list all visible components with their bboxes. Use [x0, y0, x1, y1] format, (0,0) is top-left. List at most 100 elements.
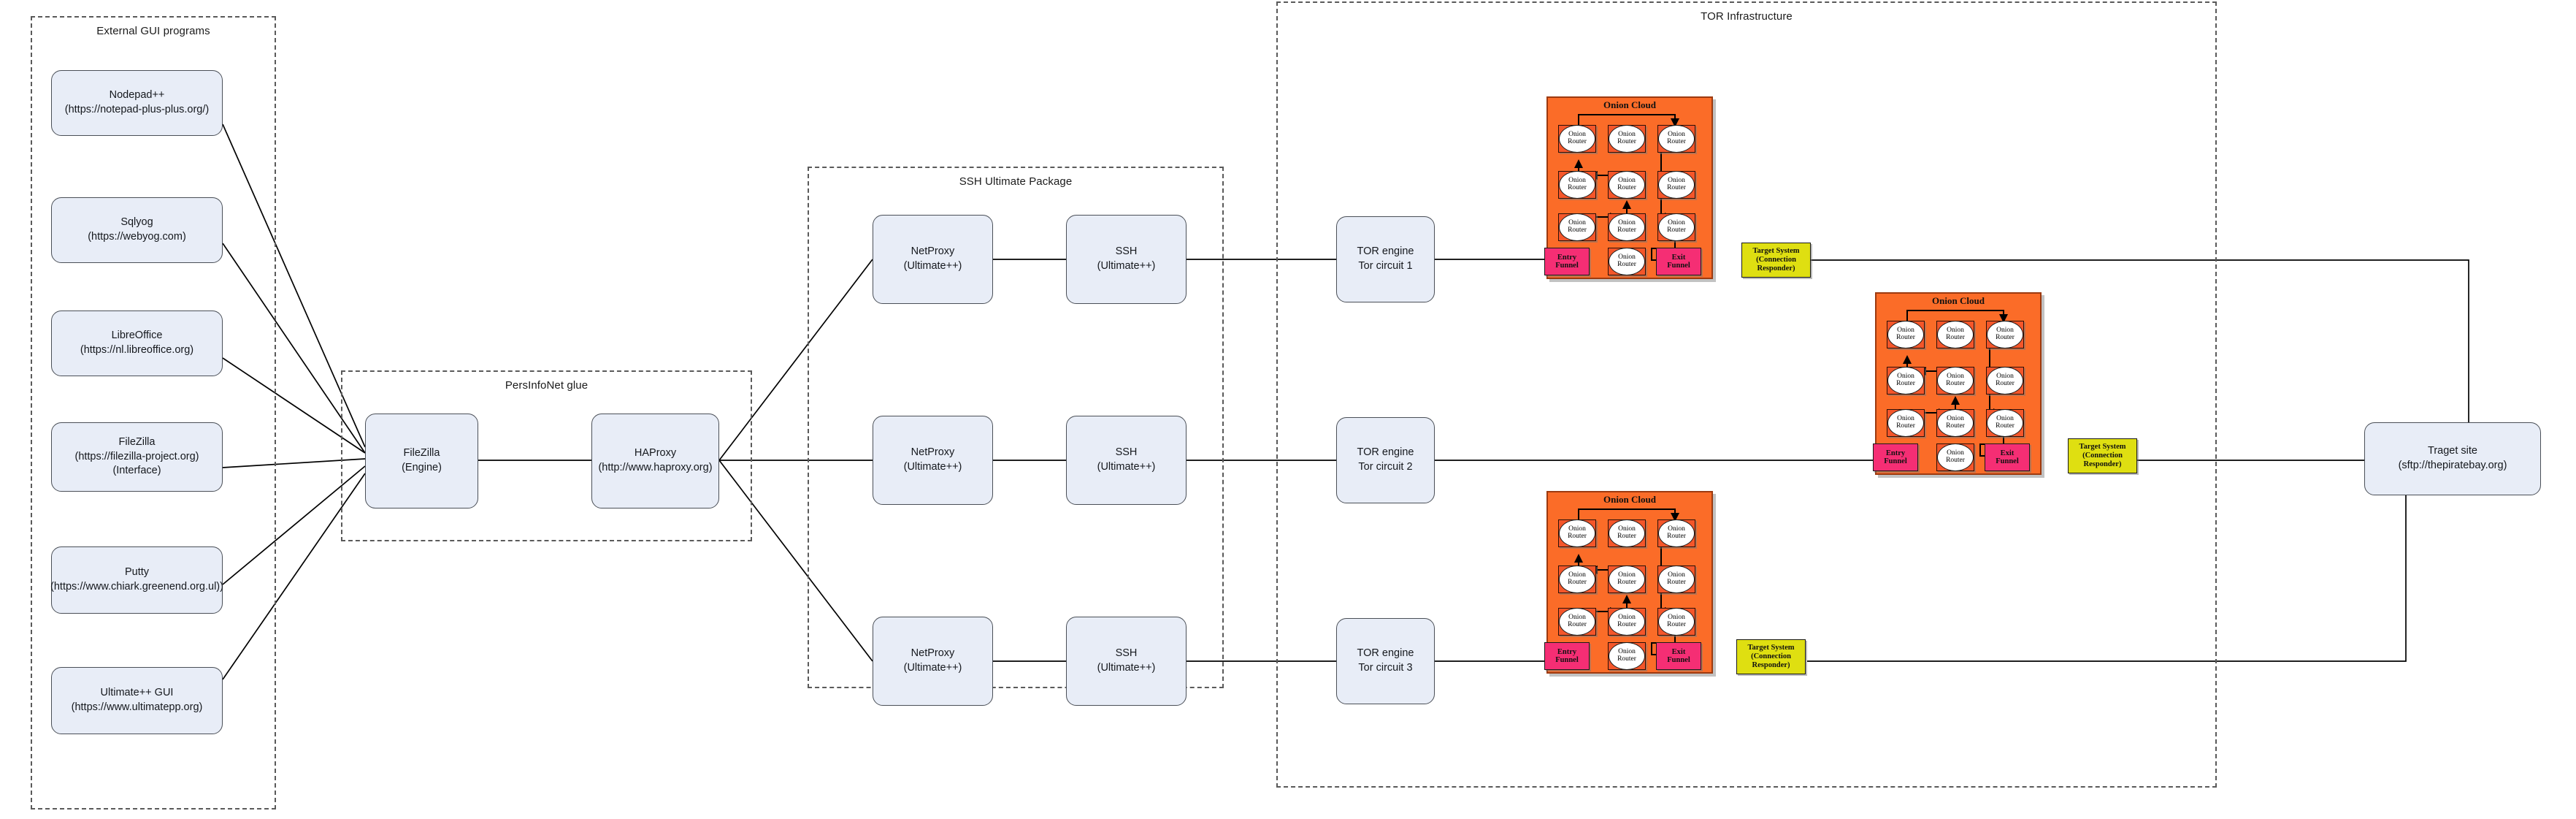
target-system-l3: Responder) [1757, 264, 1795, 273]
onion-cloud-2: Onion Cloud Onion Router Onion Router Onio… [1873, 292, 2042, 475]
onion-router-l2: Router [1617, 184, 1636, 191]
external-node-notepad[interactable]: Nodepad++ (https://notepad-plus-plus.org… [51, 70, 223, 136]
onion-router: Onion Router [1936, 321, 1974, 348]
target-system-l3: Responder) [2083, 460, 2122, 468]
onion-router: Onion Router [1608, 608, 1646, 636]
node-url: (https://webyog.com) [88, 231, 186, 243]
ssh-row-2-netproxy[interactable]: NetProxy (Ultimate++) [873, 416, 993, 505]
diagram-canvas: External GUI programs Nodepad++ (https:/… [0, 0, 2576, 819]
onion-router: Onion Router [1887, 321, 1925, 348]
onion-router: Onion Router [1657, 213, 1695, 241]
node-sub: Tor circuit 1 [1358, 260, 1413, 272]
node-title: FileZilla [118, 436, 156, 449]
node-sub: (Engine) [402, 462, 442, 473]
target-system-2: Target System (Connection Responder) [2068, 438, 2137, 473]
glue-node-haproxy[interactable]: HAProxy (http://www.haproxy.org) [591, 414, 719, 508]
node-sub: (Ultimate++) [903, 260, 962, 272]
onion-router-l2: Router [1946, 457, 1965, 464]
onion-router-l2: Router [1896, 334, 1915, 341]
ssh-row-3-netproxy[interactable]: NetProxy (Ultimate++) [873, 617, 993, 706]
exit-funnel-l2: Funnel [1667, 656, 1690, 664]
node-sub: (Ultimate++) [903, 461, 962, 473]
node-title: Ultimate++ GUI [100, 687, 174, 699]
node-sub: (http://www.haproxy.org) [598, 462, 713, 473]
onion-router: Onion Router [1986, 409, 2024, 437]
onion-router: Onion Router [1558, 608, 1596, 636]
node-title: TOR engine [1357, 245, 1414, 258]
node-sub: Tor circuit 2 [1358, 461, 1413, 473]
node-title: Sqlyog [120, 216, 153, 229]
node-sub: (Ultimate++) [1097, 461, 1156, 473]
onion-router-l2: Router [1617, 261, 1636, 268]
onion-router-l2: Router [1667, 621, 1686, 628]
external-node-ultimatepp-gui[interactable]: Ultimate++ GUI (https://www.ultimatepp.o… [51, 667, 223, 734]
glue-node-filezilla-engine[interactable]: FileZilla (Engine) [365, 414, 478, 508]
node-title: NetProxy [911, 446, 955, 459]
exit-funnel-l2: Funnel [1667, 262, 1690, 270]
target-system-l2: (Connection [1751, 652, 1791, 661]
external-node-libreoffice[interactable]: LibreOffice (https://nl.libreoffice.org) [51, 311, 223, 376]
entry-funnel-l2: Funnel [1555, 656, 1579, 664]
target-system-l1: Target System [1752, 247, 1800, 256]
onion-cloud-title: Onion Cloud [1603, 494, 1656, 505]
onion-router-l2: Router [1568, 226, 1587, 234]
node-sub: Tor circuit 3 [1358, 662, 1413, 674]
node-title: HAProxy [634, 447, 677, 460]
exit-funnel: Exit Funnel [1656, 248, 1701, 275]
onion-router-l2: Router [1617, 533, 1636, 540]
node-title: SSH [1115, 245, 1138, 258]
onion-router-l2: Router [1617, 621, 1636, 628]
tor-engine-circuit-1[interactable]: TOR engine Tor circuit 1 [1336, 216, 1435, 302]
tor-engine-circuit-3[interactable]: TOR engine Tor circuit 3 [1336, 618, 1435, 704]
ssh-row-2-ssh[interactable]: SSH (Ultimate++) [1066, 416, 1187, 505]
onion-router: Onion Router [1936, 367, 1974, 395]
target-system-l2: (Connection [1756, 256, 1796, 264]
onion-router-l2: Router [1667, 138, 1686, 145]
onion-router: Onion Router [1558, 213, 1596, 241]
onion-router-l2: Router [1617, 226, 1636, 234]
onion-router-l2: Router [1946, 422, 1965, 430]
onion-router: Onion Router [1657, 565, 1695, 593]
onion-router-l2: Router [1617, 579, 1636, 586]
onion-router: Onion Router [1608, 519, 1646, 547]
external-node-putty[interactable]: Putty (https://www.chiark.greenend.org.u… [50, 546, 223, 614]
node-title: LibreOffice [111, 329, 163, 342]
onion-router: Onion Router [1558, 171, 1596, 199]
target-system-l1: Target System [1747, 644, 1795, 652]
onion-router-l2: Router [1946, 334, 1965, 341]
onion-router-l2: Router [1568, 138, 1587, 145]
target-system-l3: Responder) [1752, 660, 1790, 669]
onion-cloud-1: Onion Cloud Onion Router Onion Router Onio… [1544, 96, 1713, 279]
onion-router: Onion Router [1558, 125, 1596, 153]
group-external-gui-title: External GUI programs [96, 25, 210, 37]
group-tor-infrastructure-title: TOR Infrastructure [1701, 10, 1793, 23]
target-site-node[interactable]: Traget site (sftp://thepiratebay.org) [2364, 422, 2541, 495]
onion-cloud-title: Onion Cloud [1932, 295, 1985, 306]
node-title: NetProxy [911, 245, 955, 258]
onion-router-l2: Router [1568, 184, 1587, 191]
ssh-row-1-netproxy[interactable]: NetProxy (Ultimate++) [873, 215, 993, 304]
ssh-row-3-ssh[interactable]: SSH (Ultimate++) [1066, 617, 1187, 706]
node-title: SSH [1115, 446, 1138, 459]
onion-router: Onion Router [1558, 519, 1596, 547]
target-system-l2: (Connection [2082, 452, 2123, 460]
entry-funnel: Entry Funnel [1544, 642, 1590, 670]
onion-cloud-title: Onion Cloud [1603, 99, 1656, 110]
target-site-url: (sftp://thepiratebay.org) [2398, 460, 2507, 471]
onion-router-l2: Router [1896, 380, 1915, 387]
entry-funnel: Entry Funnel [1544, 248, 1590, 275]
node-title: SSH [1115, 647, 1138, 660]
node-title: TOR engine [1357, 647, 1414, 660]
onion-router: Onion Router [1608, 248, 1646, 275]
tor-engine-circuit-2[interactable]: TOR engine Tor circuit 2 [1336, 417, 1435, 503]
onion-router: Onion Router [1936, 409, 1974, 437]
onion-router-l2: Router [1617, 138, 1636, 145]
onion-router-l2: Router [1568, 621, 1587, 628]
external-node-sqlyog[interactable]: Sqlyog (https://webyog.com) [51, 197, 223, 263]
ssh-row-1-ssh[interactable]: SSH (Ultimate++) [1066, 215, 1187, 304]
onion-router: Onion Router [1986, 321, 2024, 348]
target-system-l1: Target System [2079, 443, 2126, 452]
onion-router-l2: Router [1667, 579, 1686, 586]
external-node-filezilla-interface[interactable]: FileZilla (https://filezilla-project.org… [51, 422, 223, 492]
onion-router: Onion Router [1608, 642, 1646, 670]
